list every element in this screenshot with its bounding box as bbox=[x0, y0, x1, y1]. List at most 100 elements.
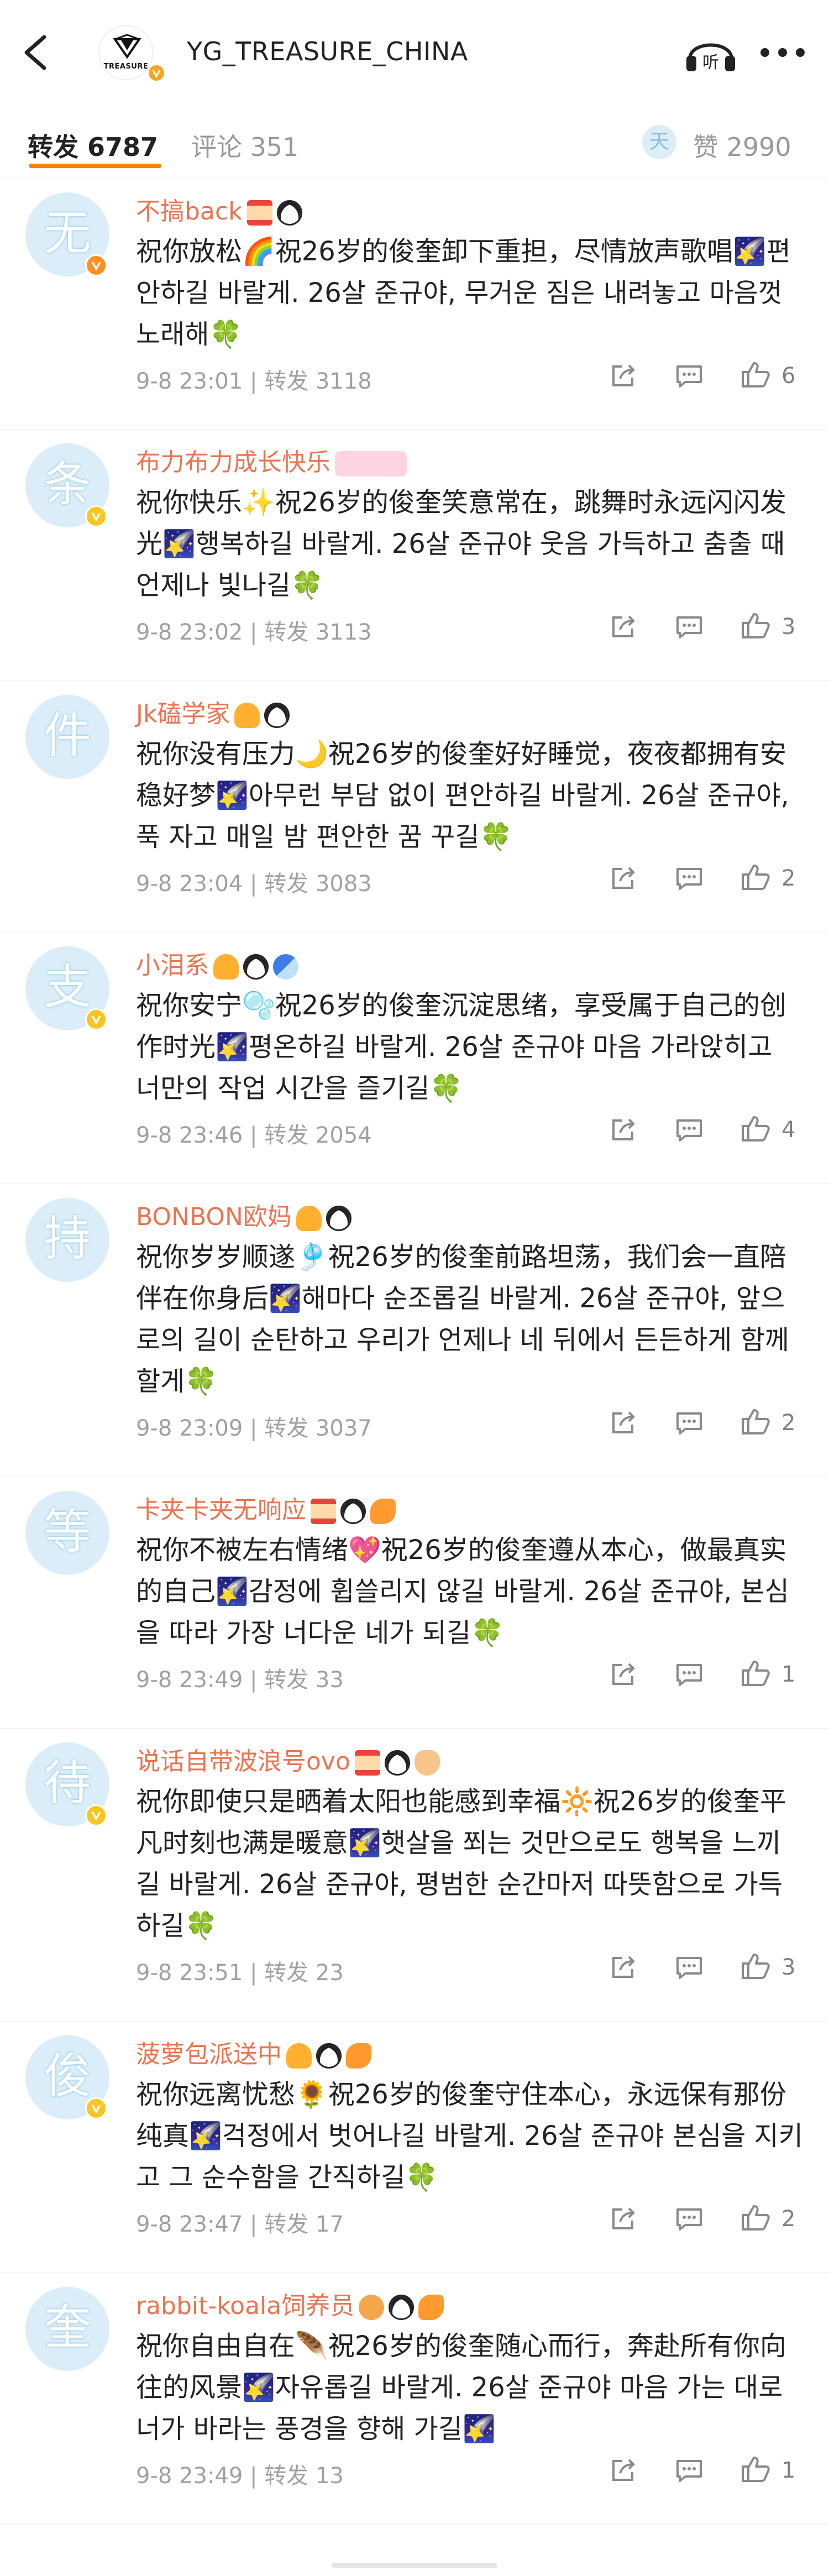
top-nav-bar: TREASURE YG_TREASURE_CHINA 听 bbox=[0, 0, 829, 105]
username-text: BONBON欧妈 bbox=[136, 1203, 292, 1231]
meta-divider: | bbox=[243, 369, 265, 394]
meta-space bbox=[308, 369, 316, 394]
avatar[interactable]: 奎 bbox=[25, 2287, 109, 2371]
repost-count: 33 bbox=[315, 1667, 344, 1693]
repost-item[interactable]: 持 BONBON欧妈祝你岁岁顺遂🎐祝26岁的俊奎前路坦荡，我们会一直陪伴在你身后🌠… bbox=[0, 1184, 829, 1477]
thumb-up-icon[interactable] bbox=[741, 863, 770, 893]
share-icon[interactable] bbox=[610, 866, 637, 893]
share-icon[interactable] bbox=[610, 363, 637, 391]
comment-icon[interactable] bbox=[675, 363, 703, 391]
wave-badge-icon bbox=[273, 954, 298, 980]
repost-text: 祝你不被左右情绪💖祝26岁的俊奎遵从本心，做最真实的自己🌠감정에 휩쓸리지 않길… bbox=[136, 1535, 789, 1648]
repost-item[interactable]: 待说话自带波浪号ovo 祝你即使只是晒着太阳也能感到幸福🔆祝26岁的俊奎平凡时刻也… bbox=[0, 1728, 829, 2022]
like-count: 6 bbox=[781, 363, 796, 389]
repost-count-label: 转发 bbox=[264, 1667, 309, 1693]
cat-badge-icon bbox=[414, 1750, 440, 1776]
thumb-up-icon[interactable] bbox=[741, 1952, 770, 1982]
thumb-up-icon[interactable] bbox=[741, 361, 770, 391]
panda-badge-icon bbox=[384, 1750, 410, 1776]
comment-icon[interactable] bbox=[675, 1662, 703, 1689]
verified-badge-icon bbox=[85, 254, 107, 276]
thumb-up-icon[interactable] bbox=[741, 612, 770, 642]
fish-badge-icon bbox=[370, 1499, 396, 1524]
avatar[interactable]: 俊 bbox=[25, 2035, 109, 2119]
chevron-left-icon[interactable] bbox=[17, 30, 55, 75]
repost-text: 祝你岁岁顺遂🎐祝26岁的俊奎前路坦荡，我们会一直陪伴在你身后🌠해마다 순조롭길 … bbox=[136, 1242, 789, 1397]
repost-count-label: 转发 bbox=[264, 1960, 309, 1986]
username[interactable]: 菠萝包派送中 bbox=[136, 2034, 371, 2070]
tab-like-label: 赞 bbox=[693, 132, 718, 162]
username[interactable]: 布力布力成长快乐 bbox=[136, 442, 407, 478]
like-count: 3 bbox=[781, 614, 796, 640]
tab-repost[interactable]: 转发 6787 bbox=[28, 127, 158, 164]
meta-space bbox=[308, 1123, 316, 1148]
thumb-up-icon[interactable] bbox=[741, 2204, 770, 2234]
more-dots-icon[interactable] bbox=[755, 39, 810, 66]
username[interactable]: Jk磕学家 bbox=[136, 694, 290, 729]
meta-divider: | bbox=[243, 1960, 265, 1986]
username[interactable]: BONBON欧妈 bbox=[136, 1197, 351, 1232]
avatar[interactable]: 持 bbox=[25, 1198, 109, 1282]
username[interactable]: rabbit-koala饲养员 bbox=[136, 2286, 444, 2321]
meta-divider: | bbox=[243, 871, 265, 897]
avatar[interactable]: 待 bbox=[25, 1742, 109, 1826]
thumb-up-icon[interactable] bbox=[741, 2455, 770, 2485]
like-count: 2 bbox=[781, 2206, 796, 2232]
account-name[interactable]: YG_TREASURE_CHINA bbox=[187, 36, 468, 66]
username-text: 小泪系 bbox=[136, 951, 209, 980]
avatar[interactable]: 支 bbox=[25, 946, 109, 1030]
repost-item[interactable]: 无不搞back 祝你放松🌈祝26岁的俊奎卸下重担，尽情放声歌唱🌠편안하길 바랄게.… bbox=[0, 178, 829, 430]
repost-count: 17 bbox=[315, 2212, 344, 2237]
share-icon[interactable] bbox=[610, 1117, 637, 1145]
comment-icon[interactable] bbox=[675, 614, 703, 642]
avatar[interactable]: 等 bbox=[25, 1491, 109, 1575]
headphone-listen-icon[interactable]: 听 bbox=[683, 30, 738, 75]
panda-badge-icon bbox=[243, 954, 269, 980]
share-icon[interactable] bbox=[610, 1662, 637, 1689]
thumb-up-icon[interactable] bbox=[741, 1659, 770, 1689]
repost-actions: 2 bbox=[610, 1407, 809, 1440]
tab-like[interactable]: 赞 2990 bbox=[693, 127, 791, 164]
diamond-logo-icon bbox=[113, 34, 141, 59]
meta-divider: | bbox=[243, 1667, 265, 1693]
comment-icon[interactable] bbox=[675, 2206, 703, 2234]
thumb-up-icon[interactable] bbox=[741, 1408, 770, 1438]
comment-icon[interactable] bbox=[675, 2458, 703, 2485]
comment-icon[interactable] bbox=[675, 1117, 703, 1145]
username-text: Jk磕学家 bbox=[136, 700, 230, 728]
repost-item[interactable]: 俊菠萝包派送中 祝你远离忧愁🌻祝26岁的俊奎守住本心，永远保有那份纯真🌠걱정에서 … bbox=[0, 2021, 829, 2273]
repost-item[interactable]: 支小泪系 祝你安宁🫧祝26岁的俊奎沉淀思绪，享受属于自己的创作时光🌠평온하길 바랄… bbox=[0, 932, 829, 1184]
account-avatar[interactable]: TREASURE bbox=[98, 25, 154, 80]
repost-count: 23 bbox=[315, 1960, 344, 1986]
username-text: 卡夹卡夹无响应 bbox=[136, 1496, 306, 1524]
share-icon[interactable] bbox=[610, 1410, 637, 1438]
share-icon[interactable] bbox=[610, 1955, 637, 1982]
comment-icon[interactable] bbox=[675, 866, 703, 893]
share-icon[interactable] bbox=[610, 2458, 637, 2485]
tab-comment[interactable]: 评论 351 bbox=[191, 127, 298, 164]
username-text: 不搞back bbox=[136, 197, 243, 226]
repost-item[interactable]: 等 卡夹卡夹无响应祝你不被左右情绪💖祝26岁的俊奎遵从本心，做最真实的自己🌠감정에… bbox=[0, 1477, 829, 1729]
logo-text: TREASURE bbox=[103, 62, 149, 71]
username[interactable]: 不搞back bbox=[136, 191, 302, 227]
comment-icon[interactable] bbox=[675, 1410, 703, 1438]
share-icon[interactable] bbox=[610, 614, 637, 642]
share-icon[interactable] bbox=[610, 2206, 637, 2234]
username[interactable]: 说话自带波浪号ovo bbox=[136, 1741, 440, 1777]
repost-count-label: 转发 bbox=[264, 1416, 309, 1441]
repost-text: 祝你快乐✨祝26岁的俊奎笑意常在，跳舞时永远闪闪发光🌠행복하길 바랄게. 26살… bbox=[136, 487, 786, 601]
repost-item[interactable]: 奎 rabbit-koala饲养员 祝你自由自在🪶祝26岁的俊奎随心而行，奔赴所有你… bbox=[0, 2273, 829, 2525]
repost-item[interactable]: 条布力布力成长快乐祝你快乐✨祝26岁的俊奎笑意常在，跳舞时永远闪闪发光🌠행복하길… bbox=[0, 429, 829, 681]
username[interactable]: 小泪系 bbox=[136, 945, 298, 981]
repost-count-label: 转发 bbox=[264, 871, 309, 897]
avatar[interactable]: 件 bbox=[25, 695, 109, 779]
username[interactable]: 卡夹卡夹无响应 bbox=[136, 1490, 396, 1525]
meta-divider: | bbox=[243, 2212, 265, 2237]
avatar[interactable]: 无 bbox=[25, 192, 109, 276]
avatar[interactable]: 条 bbox=[25, 443, 109, 527]
comment-icon[interactable] bbox=[675, 1955, 703, 1982]
username-text: 说话自带波浪号ovo bbox=[136, 1747, 350, 1776]
thumb-up-icon[interactable] bbox=[741, 1115, 770, 1145]
repost-item[interactable]: 件 Jk磕学家 祝你没有压力🌙祝26岁的俊奎好好睡觉，夜夜都拥有安稳好梦🌠아무런 부… bbox=[0, 680, 829, 933]
panda-badge-icon bbox=[389, 2295, 414, 2320]
